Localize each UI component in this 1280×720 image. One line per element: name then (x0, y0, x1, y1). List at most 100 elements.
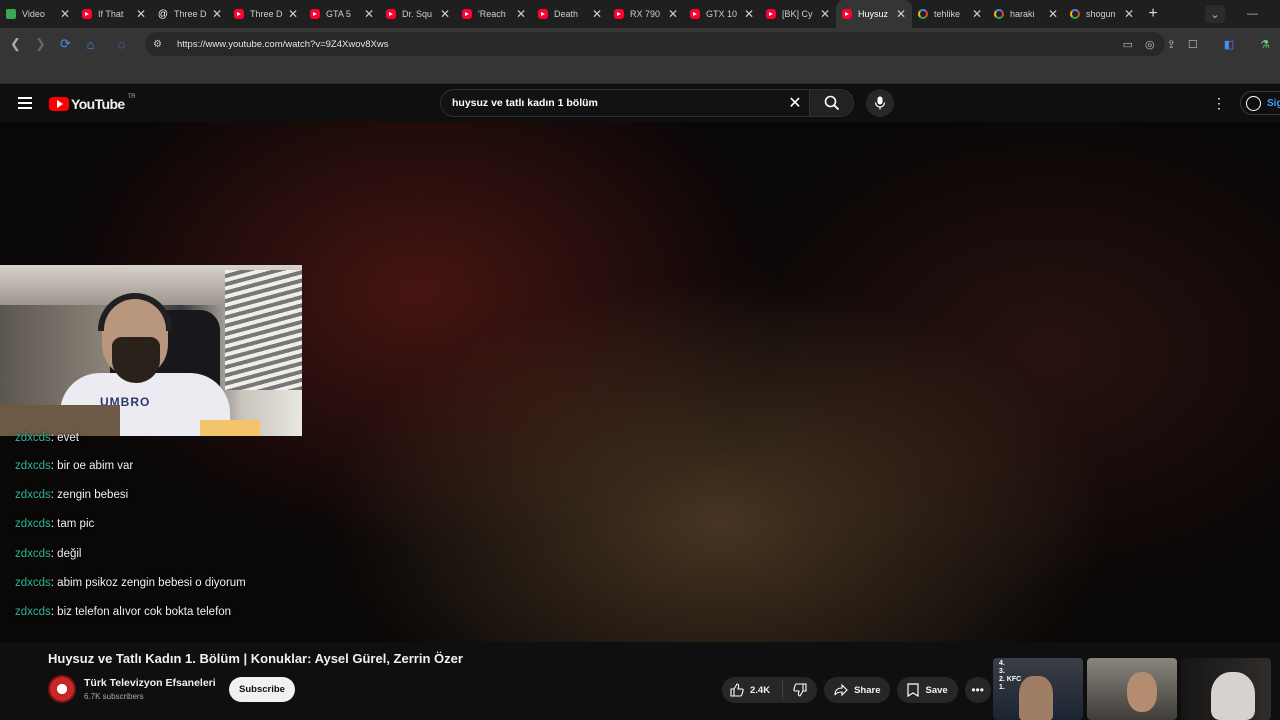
close-tab-icon[interactable]: ✕ (668, 7, 678, 21)
close-tab-icon[interactable]: ✕ (972, 7, 982, 21)
eye-slash-icon[interactable]: ◎ (1145, 38, 1155, 51)
channel-avatar[interactable] (48, 675, 76, 703)
close-tab-icon[interactable]: ✕ (288, 7, 298, 21)
close-tab-icon[interactable]: ✕ (820, 7, 830, 21)
browser-tab[interactable]: tehlike ✕ (912, 0, 988, 28)
dislike-button[interactable] (783, 683, 817, 697)
recommended-thumbnail[interactable]: 4. 3. 2. KFC 1. (993, 658, 1083, 720)
close-tab-icon[interactable]: ✕ (212, 7, 222, 21)
bookmark-icon[interactable]: ☐ (1188, 38, 1198, 51)
home-icon[interactable]: ⌂ (78, 37, 103, 52)
browser-tab[interactable]: Dr. Squ ✕ (380, 0, 456, 28)
chat-message: zdxcds: bir oe abim var (15, 460, 415, 489)
extensions-puzzle-icon[interactable]: ◧ (1224, 38, 1234, 51)
close-tab-icon[interactable]: ✕ (1048, 7, 1058, 21)
google-icon (1070, 9, 1080, 19)
share-page-icon[interactable]: ⇪ (1167, 38, 1176, 51)
browser-tab[interactable]: shogun ✕ (1064, 0, 1140, 28)
cast-icon[interactable]: ▭ (1123, 38, 1133, 51)
minimize-icon[interactable]: — (1247, 8, 1258, 20)
browser-tab[interactable]: [BK] Cy ✕ (760, 0, 836, 28)
channel-name[interactable]: Türk Televizyon Efsaneleri (84, 677, 216, 689)
youtube-play-icon (49, 97, 69, 111)
back-arrow-icon[interactable]: ❮ (3, 36, 28, 52)
save-button[interactable]: Save (897, 677, 958, 703)
browser-tab[interactable]: @ Three D ✕ (152, 0, 228, 28)
extension-icon[interactable]: ◌ (109, 37, 134, 52)
chat-message: zdxcds: abim psikoz zengin bebesi o diyo… (15, 577, 415, 606)
labs-flask-icon[interactable]: ⚗ (1260, 38, 1270, 51)
subscribe-button[interactable]: Subscribe (229, 677, 295, 702)
browser-tab[interactable]: RX 790 ✕ (608, 0, 684, 28)
close-tab-icon[interactable]: ✕ (516, 7, 526, 21)
search-input[interactable]: huysuz ve tatlı kadın 1 bölüm (441, 97, 781, 109)
browser-tab-strip: Video ✕ If That ✕ @ Three D ✕ Three D ✕ GTA 5 ✕ Dr.… (0, 0, 1280, 28)
youtube-icon (82, 9, 92, 19)
chat-text: : değil (50, 547, 82, 560)
youtube-icon (842, 9, 852, 19)
close-tab-icon[interactable]: ✕ (60, 7, 70, 21)
browser-tab[interactable]: 'Reach ✕ (456, 0, 532, 28)
close-tab-icon[interactable]: ✕ (896, 7, 906, 21)
chat-username: zdxcds (15, 489, 51, 502)
youtube-logo[interactable]: YouTube TR (49, 94, 136, 112)
url-field[interactable]: ⚙ https://www.youtube.com/watch?v=9Z4Xwo… (145, 32, 1165, 56)
webcam-overlay: UMBRO (0, 265, 302, 436)
search-icon (824, 95, 839, 111)
tab-title: RX 790 (630, 9, 661, 19)
google-icon (918, 9, 928, 19)
chat-username: zdxcds (15, 576, 51, 589)
search-button[interactable] (809, 90, 853, 116)
close-tab-icon[interactable]: ✕ (1124, 7, 1134, 21)
browser-tab[interactable]: Video ✕ (0, 0, 76, 28)
youtube-icon (462, 9, 472, 19)
share-button[interactable]: Share (824, 677, 891, 703)
share-label: Share (854, 684, 881, 696)
tab-search-chevron-icon[interactable]: ⌄ (1205, 5, 1225, 23)
voice-search-button[interactable] (866, 89, 894, 117)
chat-text: : zengin bebesi (50, 489, 129, 502)
window-controls: ⌄ — (1205, 0, 1280, 28)
sign-in-button[interactable]: Sig (1240, 91, 1280, 115)
threads-icon: @ (157, 8, 169, 20)
settings-kebab-icon[interactable]: ⋮ (1212, 96, 1226, 110)
tab-title: Huysuz (858, 9, 889, 19)
thumbnail-person (1127, 672, 1157, 712)
like-button[interactable]: 2.4K (722, 681, 784, 699)
browser-tab[interactable]: Huysuz ✕ (836, 0, 912, 28)
tab-title: If That (98, 9, 124, 19)
browser-tab[interactable]: Three D ✕ (228, 0, 304, 28)
tab-title: 'Reach (478, 9, 506, 19)
tab-title: [BK] Cy (782, 9, 813, 19)
browser-tab[interactable]: Death ✕ (532, 0, 608, 28)
save-label: Save (925, 684, 948, 696)
recommended-thumbnail[interactable] (1087, 658, 1177, 720)
close-tab-icon[interactable]: ✕ (744, 7, 754, 21)
new-tab-button[interactable]: + (1140, 5, 1166, 23)
close-tab-icon[interactable]: ✕ (364, 7, 374, 21)
browser-tab[interactable]: GTA 5 ✕ (304, 0, 380, 28)
bookmarks-bar (0, 60, 1280, 84)
more-actions-icon[interactable]: ••• (964, 677, 991, 703)
subscriber-count: 6.7K subscribers (84, 692, 144, 701)
browser-tab[interactable]: haraki ✕ (988, 0, 1064, 28)
close-tab-icon[interactable]: ✕ (592, 7, 602, 21)
video-player[interactable]: UMBRO zdxcds: evet zdxcds: bir oe abim va… (0, 122, 1280, 642)
clear-search-icon[interactable]: ✕ (781, 93, 809, 113)
recommended-thumbnail[interactable] (1181, 658, 1271, 720)
forward-arrow-icon[interactable]: ❯ (28, 36, 53, 52)
browser-tab[interactable]: GTX 10 ✕ (684, 0, 760, 28)
thumbnail-person (1211, 672, 1255, 720)
menu-icon[interactable] (18, 97, 32, 109)
video-icon (6, 9, 16, 19)
webcam-beard (112, 337, 160, 383)
reload-icon[interactable]: ⟳ (53, 36, 78, 52)
recommended-thumbnails: 4. 3. 2. KFC 1. (993, 658, 1271, 720)
close-tab-icon[interactable]: ✕ (136, 7, 146, 21)
close-tab-icon[interactable]: ✕ (440, 7, 450, 21)
site-info-icon[interactable]: ⚙ (153, 39, 167, 50)
tab-title: GTA 5 (326, 9, 351, 19)
chat-message: zdxcds: zengin bebesi (15, 489, 415, 518)
browser-tab[interactable]: If That ✕ (76, 0, 152, 28)
thumbnail-overlay-text: 4. 3. 2. KFC 1. (999, 660, 1022, 691)
